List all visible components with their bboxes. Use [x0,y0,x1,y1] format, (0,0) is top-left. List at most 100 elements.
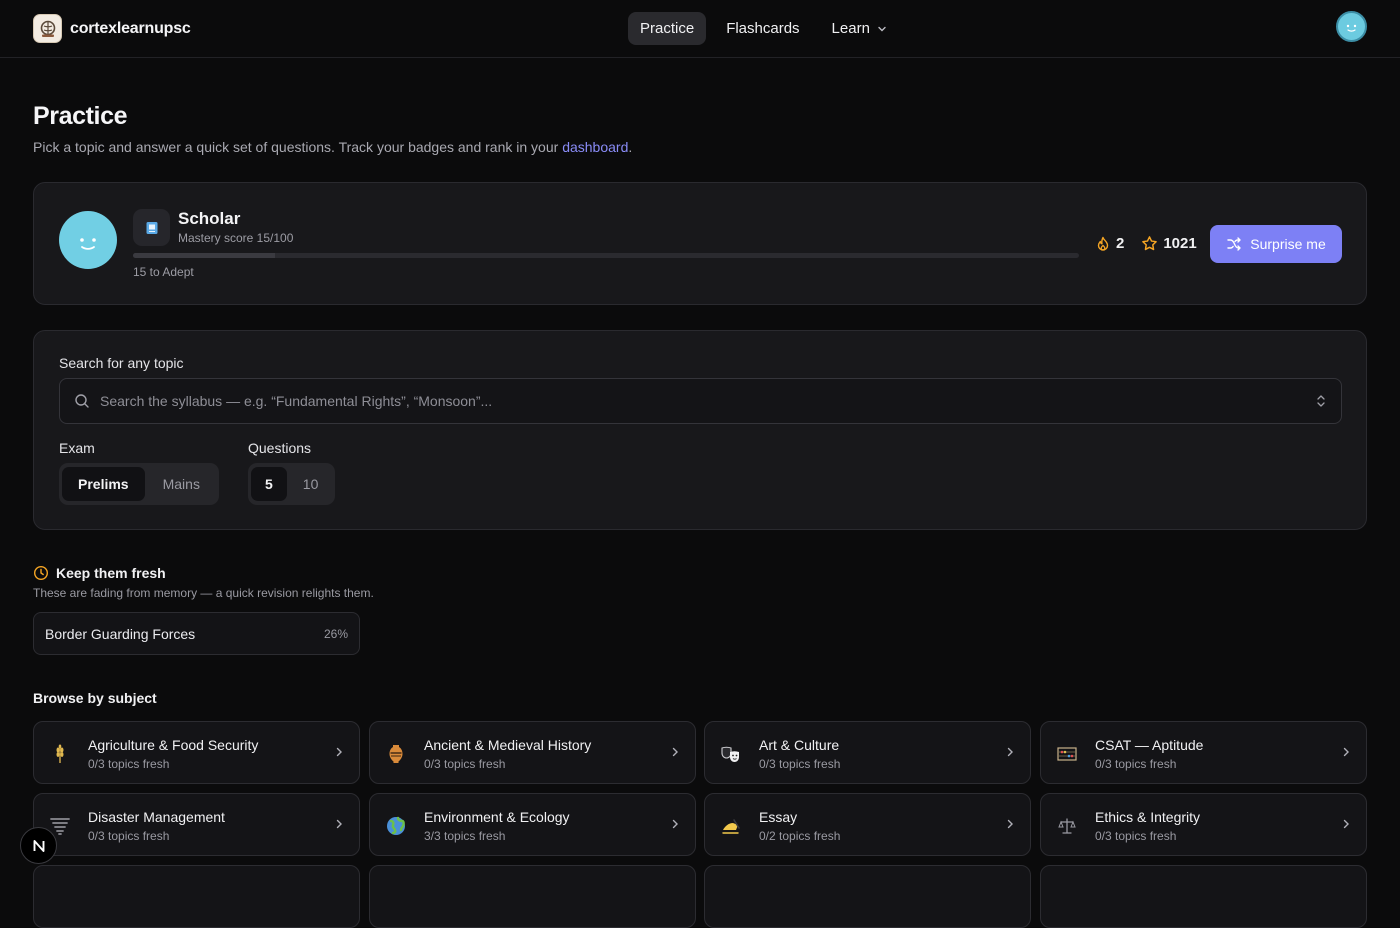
subject-card-partial[interactable] [1040,865,1367,928]
questions-label: Questions [248,440,312,456]
subject-title: Essay [759,809,798,825]
surprise-me-button[interactable]: Surprise me [1210,225,1342,263]
subject-card-partial[interactable] [704,865,1031,928]
brain-logo-icon [33,14,62,43]
theatre-masks-icon [719,742,743,766]
subject-progress: 0/3 topics fresh [1095,829,1177,843]
rank-title: Scholar [178,209,241,228]
subject-card-partial[interactable] [33,865,360,928]
subject-card-art-culture[interactable]: Art & Culture 0/3 topics fresh [704,721,1031,784]
subject-title: Art & Culture [759,737,840,753]
keep-fresh-heading: Keep them fresh [33,565,166,581]
questions-toggle: 5 10 [248,463,336,505]
nav-practice-label: Practice [640,20,695,37]
user-avatar[interactable] [1336,11,1367,42]
subject-progress: 0/3 topics fresh [424,757,506,771]
amphora-icon [384,742,408,766]
fresh-topic-item[interactable]: Border Guarding Forces 26% [33,612,360,655]
shuffle-icon [1227,237,1241,251]
subject-progress: 3/3 topics fresh [424,829,506,843]
star-icon [1142,236,1158,251]
subject-progress: 0/2 topics fresh [759,829,841,843]
chevron-down-icon [878,26,886,31]
nav-flashcards[interactable]: Flashcards [714,12,811,45]
globe-icon [384,814,408,838]
subject-card-csat[interactable]: CSAT — Aptitude 0/3 topics fresh [1040,721,1367,784]
search-card: Search for any topic Exam Prelims Mains … [33,330,1367,530]
streak-stat: 2 [1095,235,1124,252]
keep-fresh-title: Keep them fresh [56,565,166,581]
chevron-right-icon [336,747,342,757]
page-title: Practice [33,102,128,130]
chevron-right-icon [336,819,342,829]
mastery-progress-bar [133,253,1079,258]
mastery-progress-fill [133,253,275,258]
fresh-topic-percent: 26% [323,626,348,641]
keep-fresh-subtitle: These are fading from memory — a quick r… [33,586,374,600]
top-navbar: cortexlearnupsc Practice Flashcards Lear… [0,0,1400,58]
chevron-right-icon [1007,747,1013,757]
brand[interactable]: cortexlearnupsc [33,14,191,43]
stats: 2 1021 [1095,235,1197,252]
subject-title: Ethics & Integrity [1095,809,1201,825]
exam-toggle: Prelims Mains [59,463,219,505]
page-subtitle: Pick a topic and answer a quick set of q… [33,139,632,155]
scales-icon [1055,814,1079,838]
writing-hand-icon [719,814,743,838]
clock-icon [33,565,49,581]
search-label: Search for any topic [59,355,184,371]
subject-card-partial[interactable] [369,865,696,928]
questions-10-option[interactable]: 10 [289,467,333,501]
streak-count: 2 [1116,235,1125,252]
chevron-right-icon [1343,747,1349,757]
main-nav: Practice Flashcards Learn [628,12,900,45]
page-subtitle-end: . [628,139,633,155]
dashboard-link[interactable]: dashboard [562,139,628,155]
subject-title: CSAT — Aptitude [1095,737,1204,753]
subject-title: Environment & Ecology [424,809,570,825]
subject-progress: 0/3 topics fresh [88,757,170,771]
subject-card-ethics[interactable]: Ethics & Integrity 0/3 topics fresh [1040,793,1367,856]
abacus-icon [1055,742,1079,766]
subject-title: Disaster Management [88,809,225,825]
chevron-right-icon [672,747,678,757]
flame-icon [1097,236,1109,251]
browse-heading: Browse by subject [33,690,157,706]
chevron-updown-icon[interactable] [1315,394,1327,408]
brand-name: cortexlearnupsc [70,19,191,37]
stars-count: 1021 [1163,235,1197,252]
chevron-right-icon [1343,819,1349,829]
subject-card-agriculture[interactable]: Agriculture & Food Security 0/3 topics f… [33,721,360,784]
subject-title: Agriculture & Food Security [88,737,259,753]
stars-stat: 1021 [1141,235,1197,252]
subject-card-disaster-management[interactable]: Disaster Management 0/3 topics fresh [33,793,360,856]
subject-progress: 0/3 topics fresh [88,829,170,843]
subject-progress: 0/3 topics fresh [1095,757,1177,771]
subject-card-environment[interactable]: Environment & Ecology 3/3 topics fresh [369,793,696,856]
search-input[interactable] [100,393,1305,409]
subject-progress: 0/3 topics fresh [759,757,841,771]
subject-card-ancient-history[interactable]: Ancient & Medieval History 0/3 topics fr… [369,721,696,784]
fresh-topic-name: Border Guarding Forces [45,625,196,642]
exam-label: Exam [59,440,95,456]
chevron-right-icon [1007,819,1013,829]
subject-title: Ancient & Medieval History [424,737,592,753]
nav-learn[interactable]: Learn [820,12,900,45]
questions-5-option[interactable]: 5 [251,467,287,501]
subject-card-essay[interactable]: Essay 0/2 topics fresh [704,793,1031,856]
exam-mains-option[interactable]: Mains [147,467,216,501]
wheat-icon [48,742,72,766]
surprise-me-label: Surprise me [1250,236,1326,252]
exam-prelims-option[interactable]: Prelims [62,467,145,501]
mastery-score: Mastery score 15/100 [178,231,294,245]
page-subtitle-text: Pick a topic and answer a quick set of q… [33,139,563,155]
profile-card: Scholar Mastery score 15/100 15 to Adept… [33,182,1367,305]
profile-avatar [59,211,117,269]
nav-practice[interactable]: Practice [628,12,707,45]
search-box[interactable] [59,378,1342,424]
chevron-right-icon [672,819,678,829]
next-dev-indicator-icon[interactable] [20,827,57,864]
next-rank-text: 15 to Adept [133,265,194,279]
nav-flashcards-label: Flashcards [726,20,800,37]
nav-learn-label: Learn [831,20,870,37]
